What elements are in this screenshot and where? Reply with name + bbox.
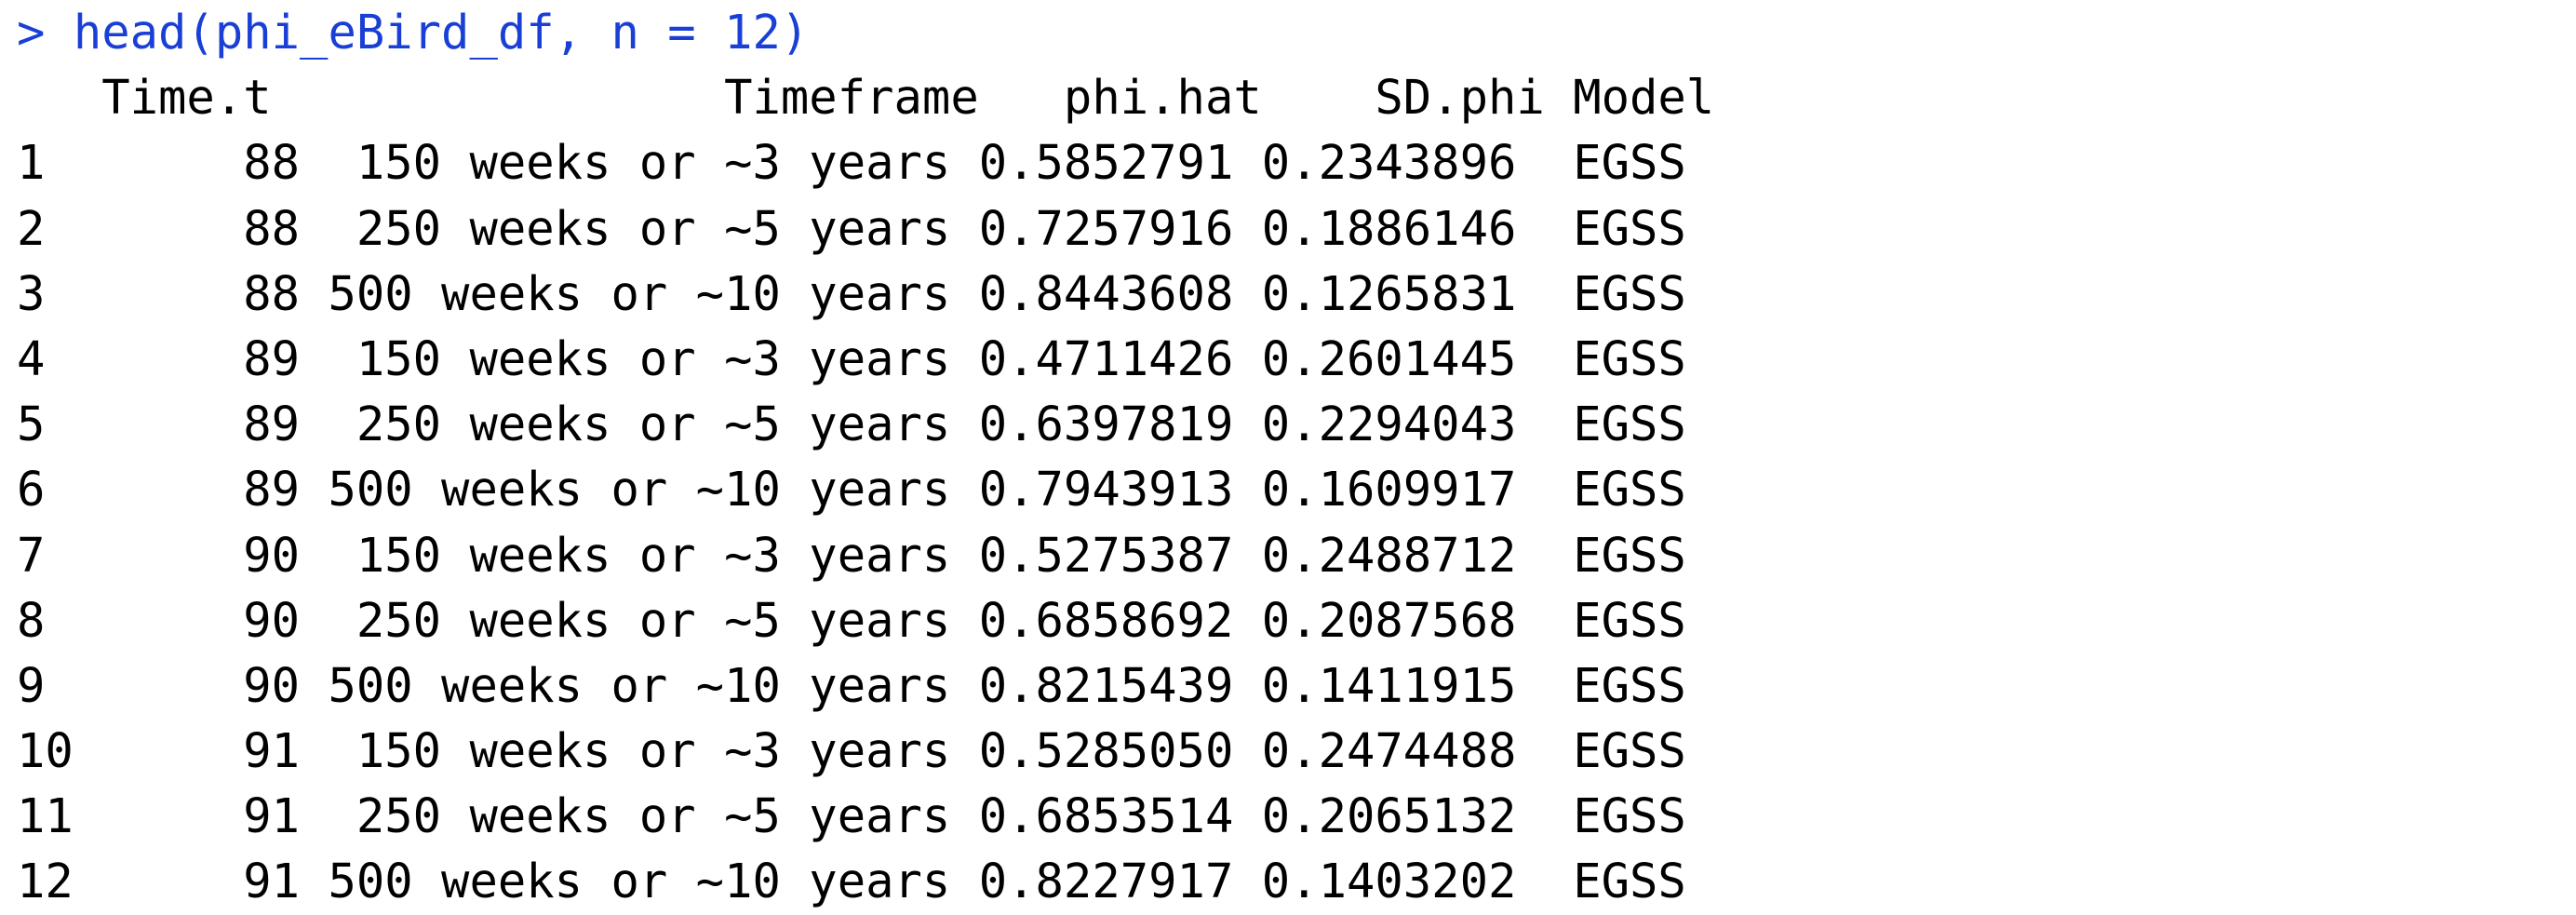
console-command: head(phi_eBird_df, n = 12) — [73, 5, 810, 60]
table-row: 11 91 250 weeks or ~5 years 0.6853514 0.… — [17, 788, 1686, 844]
table-row: 1 88 150 weeks or ~3 years 0.5852791 0.2… — [17, 135, 1686, 191]
table-row: 8 90 250 weeks or ~5 years 0.6858692 0.2… — [17, 592, 1686, 648]
table-row: 12 91 500 weeks or ~10 years 0.8227917 0… — [17, 854, 1686, 909]
table-row: 3 88 500 weeks or ~10 years 0.8443608 0.… — [17, 265, 1686, 321]
table-row: 9 90 500 weeks or ~10 years 0.8215439 0.… — [17, 657, 1686, 713]
table-header: Time.t Timeframe phi.hat SD.phi Model — [17, 70, 1715, 126]
console-input-line: > head(phi_eBird_df, n = 12) — [17, 0, 2567, 65]
table-row: 5 89 250 weeks or ~5 years 0.6397819 0.2… — [17, 397, 1686, 452]
table-row: 6 89 500 weeks or ~10 years 0.7943913 0.… — [17, 462, 1686, 518]
table-row: 2 88 250 weeks or ~5 years 0.7257916 0.1… — [17, 200, 1686, 256]
table-row: 10 91 150 weeks or ~3 years 0.5285050 0.… — [17, 723, 1686, 779]
prompt-symbol: > — [17, 5, 46, 60]
table-row: 7 90 150 weeks or ~3 years 0.5275387 0.2… — [17, 527, 1686, 583]
r-console: > head(phi_eBird_df, n = 12) Time.t Time… — [17, 0, 2567, 915]
table-row: 4 89 150 weeks or ~3 years 0.4711426 0.2… — [17, 330, 1686, 386]
